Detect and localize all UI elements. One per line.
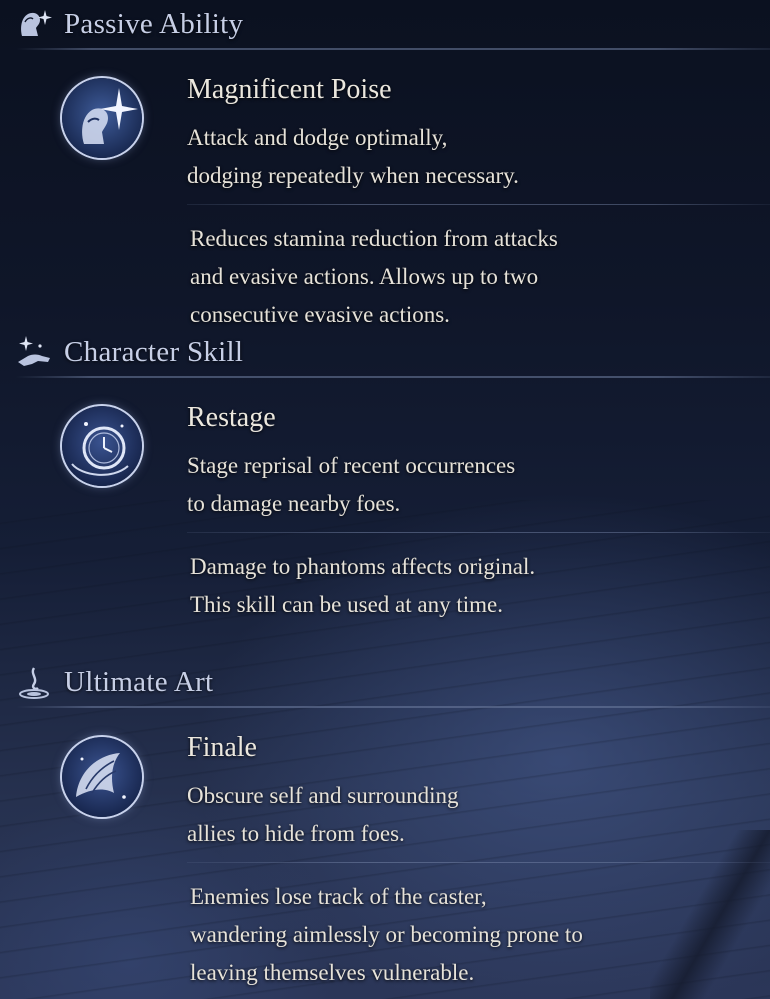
detail-line: consecutive evasive actions. — [190, 302, 450, 327]
section-divider — [16, 376, 770, 378]
detail-line: leaving themselves vulnerable. — [190, 960, 475, 985]
skill-divider — [187, 862, 770, 863]
section-header: Ultimate Art — [0, 660, 770, 708]
detail-line: Reduces stamina reduction from attacks — [190, 226, 558, 251]
skill-detail: Reduces stamina reduction from attacks a… — [190, 220, 558, 334]
profile-star-icon[interactable] — [62, 78, 142, 158]
section-divider — [16, 48, 770, 50]
description-line: Obscure self and surrounding — [187, 783, 459, 808]
section-title: Character Skill — [64, 336, 244, 368]
detail-line: wandering aimlessly or becoming prone to — [190, 922, 583, 947]
passive-ability-section: Passive Ability Magnificent Poise Attack… — [0, 2, 770, 332]
skill-name: Finale — [187, 732, 257, 763]
description-line: dodging repeatedly when necessary. — [187, 163, 519, 188]
skill-detail: Enemies lose track of the caster, wander… — [190, 878, 583, 992]
skill-name: Restage — [187, 402, 276, 433]
section-header: Character Skill — [0, 330, 770, 378]
section-title: Ultimate Art — [64, 666, 214, 698]
skill-description: Obscure self and surrounding allies to h… — [187, 777, 458, 853]
description-line: allies to hide from foes. — [187, 821, 405, 846]
detail-line: Damage to phantoms affects original. — [190, 554, 536, 579]
detail-line: This skill can be used at any time. — [190, 592, 503, 617]
skill-detail: Damage to phantoms affects original. Thi… — [190, 548, 535, 624]
section-title: Passive Ability — [64, 8, 244, 40]
sparkle-head-icon — [16, 6, 52, 42]
section-header: Passive Ability — [0, 2, 770, 50]
skill-description: Attack and dodge optimally, dodging repe… — [187, 119, 519, 195]
ultimate-art-section: Ultimate Art Finale Obscure self and sur… — [0, 660, 770, 999]
detail-line: Enemies lose track of the caster, — [190, 884, 487, 909]
swirl-flame-icon — [16, 664, 52, 700]
skill-description: Stage reprisal of recent occurrences to … — [187, 447, 515, 523]
sparkle-hand-icon — [16, 334, 52, 370]
description-line: to damage nearby foes. — [187, 491, 401, 516]
pocket-watch-icon[interactable] — [62, 406, 142, 486]
description-line: Stage reprisal of recent occurrences — [187, 453, 516, 478]
skill-divider — [187, 532, 770, 533]
wing-cloak-icon[interactable] — [62, 737, 142, 817]
section-divider — [16, 706, 770, 708]
character-skill-section: Character Skill Restage Stage reprisal o… — [0, 330, 770, 650]
skill-divider — [187, 204, 770, 205]
detail-line: and evasive actions. Allows up to two — [190, 264, 539, 289]
description-line: Attack and dodge optimally, — [187, 125, 448, 150]
skill-name: Magnificent Poise — [187, 74, 392, 105]
